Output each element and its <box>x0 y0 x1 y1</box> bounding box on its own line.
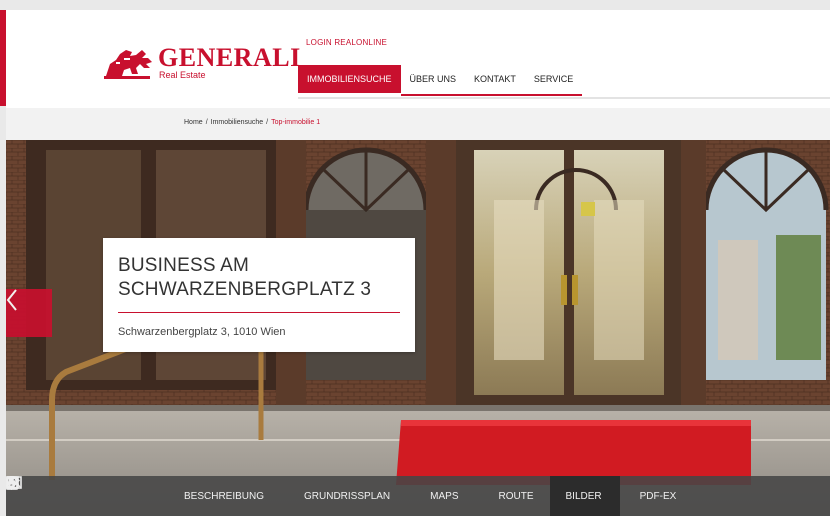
brand-subtitle: Real Estate <box>159 70 206 80</box>
main-nav: IMMOBILIENSUCHE ÜBER UNS KONTAKT SERVICE <box>298 65 583 96</box>
tab-beschreibung[interactable]: BESCHREIBUNG <box>6 476 276 516</box>
breadcrumb-separator: / <box>205 119 208 126</box>
nav-item-kontakt[interactable]: KONTAKT <box>465 65 525 96</box>
tab-label: ROUTE <box>498 490 534 502</box>
tab-label: GRUNDRISSPLAN <box>304 490 391 502</box>
breadcrumb-separator: / <box>266 119 269 126</box>
nav-item-ueber-uns[interactable]: ÜBER UNS <box>400 65 466 96</box>
tab-bilder[interactable]: BILDER <box>6 476 620 516</box>
property-title: BUSINESS AM SCHWARZENBERGPLATZ 3 <box>118 255 372 300</box>
property-tabbar: BESCHREIBUNG GRUNDRISSPLAN MAPS ROUTE BI… <box>6 476 830 516</box>
header-divider <box>298 97 830 99</box>
breadcrumb-bar: Home / Immobiliensuche / Top-immobilie 1 <box>6 108 830 140</box>
title-divider <box>118 312 400 313</box>
nav-item-service[interactable]: SERVICE <box>524 65 583 96</box>
generali-logo[interactable]: GENERALI Real Estate <box>102 43 301 82</box>
tab-grundrissplan[interactable]: GRUNDRISSPLAN <box>6 476 402 516</box>
pdf-icon <box>6 476 18 490</box>
tab-pdf-export[interactable]: PDF-EX <box>6 476 677 516</box>
property-info-card: BUSINESS AM SCHWARZENBERGPLATZ 3 Schwarz… <box>103 238 415 352</box>
login-realonline-link[interactable]: LOGIN REALONLINE <box>306 38 387 47</box>
hero-slider: BUSINESS AM SCHWARZENBERGPLATZ 3 Schwarz… <box>6 140 830 516</box>
tab-label: MAPS <box>430 490 459 502</box>
tab-label: BILDER <box>565 490 602 502</box>
nav-item-immobiliensuche[interactable]: IMMOBILIENSUCHE <box>298 65 401 93</box>
property-address: Schwarzenbergplatz 3, 1010 Wien <box>118 326 286 338</box>
breadcrumb-current: Top-immobilie 1 <box>271 119 321 126</box>
breadcrumb-home[interactable]: Home <box>184 119 203 126</box>
lion-logo-icon <box>104 50 152 79</box>
breadcrumb-immobiliensuche[interactable]: Immobiliensuche <box>211 119 264 126</box>
brand-name: GENERALI <box>158 43 301 72</box>
breadcrumb: Home / Immobiliensuche / Top-immobilie 1 <box>184 119 320 126</box>
page: GENERALI Real Estate LOGIN REALONLINE IM… <box>6 10 830 516</box>
tab-maps[interactable]: MAPS <box>6 476 470 516</box>
tab-label: BESCHREIBUNG <box>184 490 265 502</box>
site-header: GENERALI Real Estate LOGIN REALONLINE IM… <box>6 10 830 108</box>
slider-prev-button[interactable] <box>6 289 52 337</box>
tab-route[interactable]: ROUTE <box>6 476 550 516</box>
chevron-left-icon <box>6 289 17 311</box>
tab-label: PDF-EX <box>639 490 677 502</box>
